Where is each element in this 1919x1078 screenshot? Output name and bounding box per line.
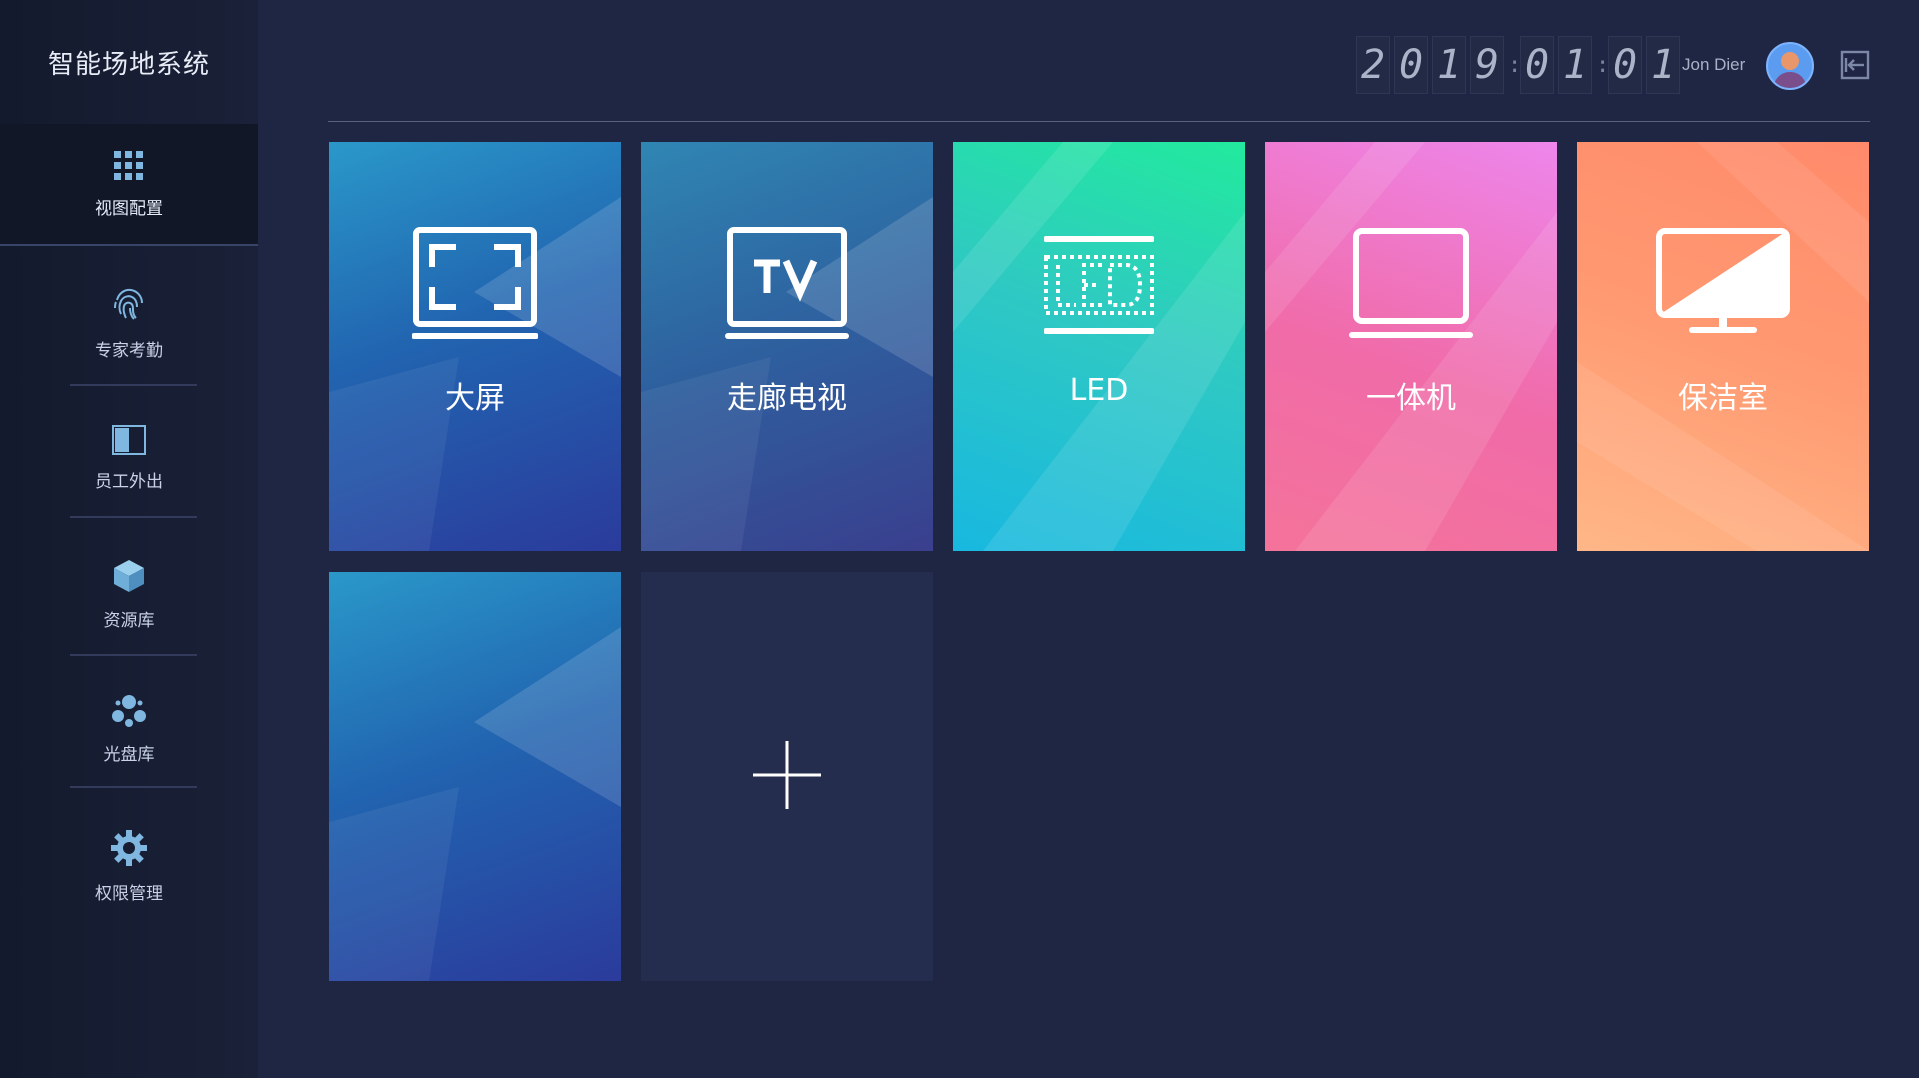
sidebar-item-view-config[interactable]: 视图配置 <box>0 124 258 246</box>
sidebar-item-disc-library[interactable]: 光盘库 <box>0 670 258 788</box>
clock-digit: 1 <box>1558 36 1592 94</box>
sidebar-item-label: 权限管理 <box>95 883 163 904</box>
cluster-icon <box>111 694 147 728</box>
led-icon <box>1044 227 1154 343</box>
display-icon <box>1655 227 1791 343</box>
tile-label: 一体机 <box>1366 381 1456 416</box>
avatar[interactable] <box>1766 42 1814 90</box>
sidebar: 智能场地系统 视图配置 专家考勤 员工外出 资源库 光盘库 权限管理 <box>0 0 258 1078</box>
clock-digit: 0 <box>1394 36 1428 94</box>
clock-separator: : <box>1508 52 1522 78</box>
sidebar-item-label: 视图配置 <box>95 198 163 219</box>
tile-label: 保洁室 <box>1678 381 1768 416</box>
monitor-icon <box>1348 227 1474 343</box>
sidebar-item-label: 资源库 <box>103 610 155 631</box>
tile-all-in-one[interactable]: 一体机 <box>1265 142 1557 551</box>
logout-icon[interactable] <box>1840 50 1870 84</box>
tile-corridor-tv[interactable]: 走廊电视 <box>641 142 933 551</box>
fullscreen-icon <box>412 227 538 343</box>
tile-big-screen[interactable]: 大屏 <box>329 142 621 551</box>
user-name[interactable]: Jon Dier <box>1682 55 1745 75</box>
clock-separator: : <box>1596 52 1610 78</box>
clock-digit: 9 <box>1470 36 1504 94</box>
tile-label: 大屏 <box>445 381 505 416</box>
tile-label: LED <box>1069 373 1129 408</box>
header-divider <box>328 121 1870 122</box>
sidebar-item-label: 光盘库 <box>103 744 155 765</box>
clock-digit: 2 <box>1356 36 1390 94</box>
half-square-icon <box>112 424 146 455</box>
sidebar-divider <box>70 384 197 386</box>
grid-icon <box>113 150 145 182</box>
tile-blank[interactable] <box>329 572 621 981</box>
digital-clock: 2 0 1 9 : 0 1 : 0 1 <box>1356 36 1680 94</box>
sidebar-item-label: 员工外出 <box>95 471 163 492</box>
clock-digit: 1 <box>1432 36 1466 94</box>
sidebar-divider <box>70 654 197 656</box>
tile-label: 走廊电视 <box>727 381 847 416</box>
sidebar-item-expert-attendance[interactable]: 专家考勤 <box>0 262 258 382</box>
tile-led[interactable]: LED <box>953 142 1245 551</box>
sidebar-divider <box>70 786 197 788</box>
sidebar-item-permissions[interactable]: 权限管理 <box>0 806 258 926</box>
gear-icon <box>110 829 148 867</box>
sidebar-item-resource-library[interactable]: 资源库 <box>0 534 258 654</box>
fingerprint-icon <box>109 284 149 324</box>
clock-digit: 0 <box>1520 36 1554 94</box>
app-title: 智能场地系统 <box>47 49 210 80</box>
sidebar-divider <box>70 516 197 518</box>
clock-digit: 0 <box>1608 36 1642 94</box>
cube-icon <box>111 558 147 594</box>
tv-icon <box>724 227 850 343</box>
sidebar-item-staff-out[interactable]: 员工外出 <box>0 400 258 516</box>
tile-cleaning-room[interactable]: 保洁室 <box>1577 142 1869 551</box>
clock-digit: 1 <box>1646 36 1680 94</box>
add-tile-button[interactable] <box>641 572 933 981</box>
plus-icon <box>753 740 821 813</box>
sidebar-item-label: 专家考勤 <box>95 340 163 361</box>
